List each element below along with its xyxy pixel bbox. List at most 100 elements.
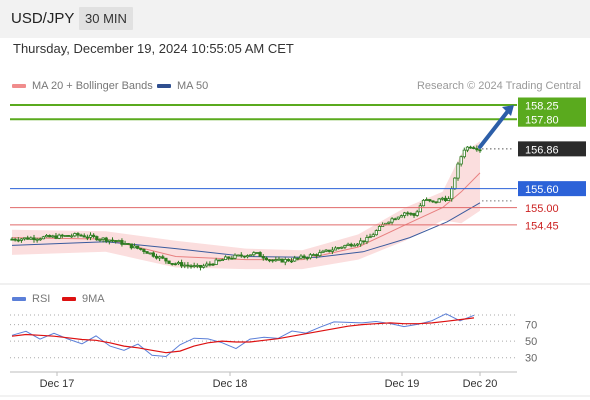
candle-body: [409, 212, 413, 215]
candle-body: [280, 258, 284, 263]
candle-body: [415, 211, 419, 216]
candle-body: [242, 255, 247, 258]
candle-body: [201, 265, 206, 268]
candle-body: [352, 244, 356, 247]
candle-body: [431, 200, 435, 203]
candle-body: [283, 259, 287, 263]
candle-body: [305, 257, 309, 260]
candle-body: [296, 257, 300, 260]
candle-body: [19, 238, 24, 241]
candle-body: [13, 238, 17, 241]
candle-body: [450, 188, 454, 200]
candle-body: [217, 259, 221, 262]
candle-body: [16, 239, 20, 242]
candle-body: [327, 249, 331, 252]
candle-body: [468, 146, 473, 149]
candle-body: [340, 246, 344, 249]
candle-body: [324, 249, 328, 252]
candle-body: [274, 259, 278, 262]
candle-body: [54, 235, 58, 239]
candle-body: [51, 235, 55, 238]
rsi-tick-label: 70: [525, 320, 537, 332]
candle-body: [393, 218, 397, 221]
candle-body: [32, 237, 36, 241]
candle-body: [173, 263, 177, 266]
candle-body: [230, 257, 234, 260]
candle-body: [387, 221, 391, 224]
candle-body: [349, 243, 353, 247]
candle-body: [186, 264, 190, 267]
candle-body: [154, 255, 159, 259]
support-label: 154.45: [525, 220, 559, 232]
candle-body: [38, 238, 42, 241]
candle-body: [198, 264, 203, 268]
candle-body: [399, 215, 404, 218]
candle-body: [252, 252, 256, 256]
rsi-tick-label: 50: [525, 336, 537, 348]
candle-body: [239, 254, 243, 257]
candle-body: [343, 245, 347, 248]
candle-body: [406, 212, 410, 215]
candle-body: [211, 263, 215, 266]
candle-body: [164, 257, 168, 262]
candle-body: [286, 259, 291, 262]
candle-body: [92, 234, 96, 237]
candle-body: [142, 249, 146, 252]
candle-body: [192, 265, 196, 267]
candle-body: [120, 240, 124, 245]
pivot-label: 155.60: [525, 184, 559, 196]
candle-body: [258, 252, 262, 257]
candle-body: [437, 198, 441, 203]
candle-body: [180, 262, 184, 267]
candle-body: [44, 235, 49, 238]
candle-body: [355, 243, 360, 246]
candle-body: [337, 247, 341, 249]
candle-body: [346, 243, 350, 246]
candle-body: [82, 235, 86, 238]
candle-body: [110, 239, 115, 242]
candle-body: [73, 233, 77, 237]
candle-body: [412, 213, 416, 216]
candle-body: [22, 237, 27, 240]
candle-body: [95, 236, 99, 241]
candle-body: [170, 263, 174, 265]
candle-body: [271, 259, 275, 262]
candle-body: [478, 149, 482, 152]
candle-body: [227, 256, 231, 259]
rsi-line: [11, 313, 475, 358]
candle-body: [472, 147, 476, 150]
candle-body: [289, 260, 294, 263]
9ma-swatch: [62, 297, 76, 301]
candle-body: [176, 262, 181, 265]
candle-body: [223, 256, 228, 260]
candle-body: [126, 243, 130, 245]
candle-body: [321, 250, 325, 254]
candle-body: [374, 230, 378, 236]
candle-body: [151, 252, 155, 257]
candle-body: [475, 148, 479, 151]
candle-body: [85, 236, 89, 239]
x-tick-label: Dec 18: [213, 378, 248, 390]
candle-body: [114, 240, 118, 242]
candle-body: [35, 238, 39, 241]
candle-body: [148, 252, 152, 255]
legend-item-rsi: RSI: [12, 293, 50, 305]
projection-arrow-shaft: [478, 109, 510, 149]
candle-body: [205, 263, 209, 267]
x-tick-label: Dec 20: [463, 378, 498, 390]
candle-body: [57, 234, 61, 239]
candle-body: [249, 254, 253, 257]
candle-body: [76, 233, 80, 236]
candle-body: [129, 243, 133, 249]
candle-body: [434, 201, 438, 204]
candle-body: [220, 259, 225, 261]
candle-body: [139, 247, 143, 250]
candle-body: [236, 254, 240, 257]
candle-body: [368, 236, 372, 239]
candle-body: [333, 247, 338, 251]
candle-body: [443, 197, 448, 201]
candle-body: [66, 235, 71, 237]
bollinger-band-fill: [12, 141, 480, 270]
candle-body: [315, 254, 319, 257]
candle-body: [101, 237, 105, 240]
